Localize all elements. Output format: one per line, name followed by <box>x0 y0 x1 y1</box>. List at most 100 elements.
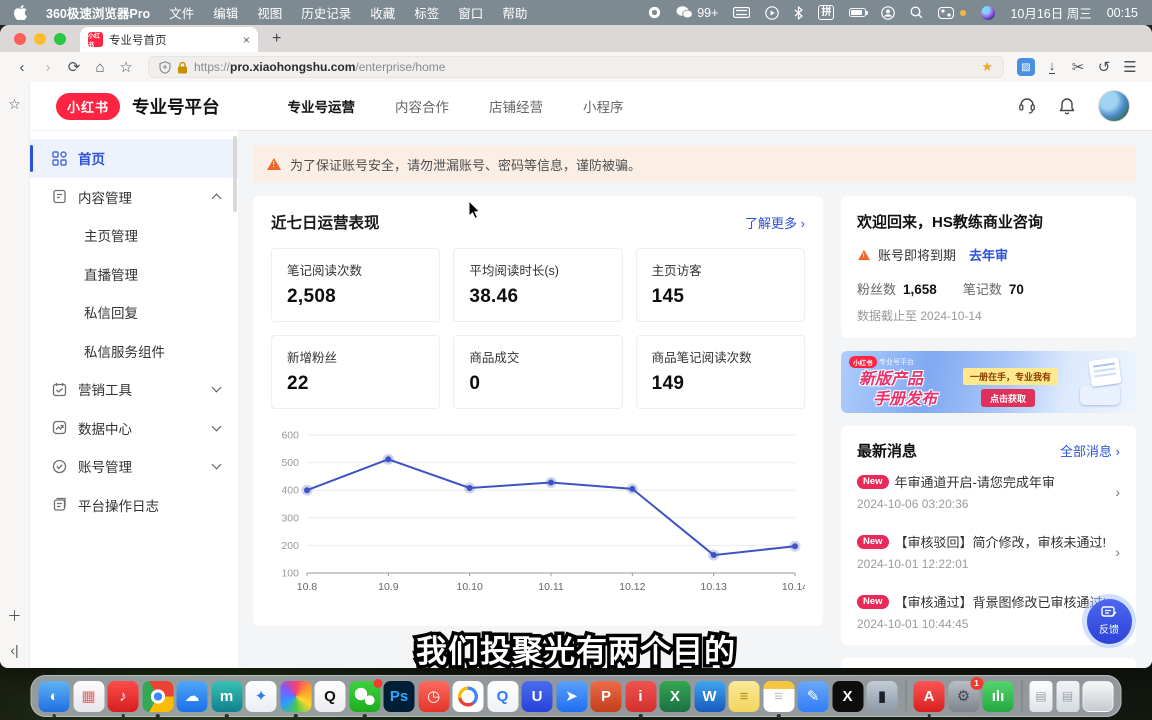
new-tab-button[interactable]: + <box>272 30 281 48</box>
dock-icon-u-app[interactable]: U <box>522 681 553 712</box>
play-status-icon[interactable] <box>765 6 779 20</box>
dock-icon-chat-app[interactable]: Q <box>487 681 518 712</box>
stat-avg-read-time[interactable]: 平均阅读时长(s)38.46 <box>453 248 622 322</box>
sidebar-item-dm-service-component[interactable]: 私信服务组件 <box>30 332 238 371</box>
minimize-window-button[interactable] <box>34 33 46 45</box>
menu-view[interactable]: 视图 <box>257 3 282 22</box>
renew-link[interactable]: 去年审 <box>969 245 1008 264</box>
input-method-icon[interactable]: 拼 <box>818 5 834 20</box>
promo-banner[interactable]: 小红书 专业号平台 新版产品 手册发布 一册在手，专业我有 点击获取 <box>841 351 1136 413</box>
dock-icon-powerpoint[interactable]: P <box>591 681 622 712</box>
menu-bookmarks[interactable]: 收藏 <box>370 3 395 22</box>
dock-icon-maxthon[interactable]: m <box>211 681 242 712</box>
menu-file[interactable]: 文件 <box>169 3 194 22</box>
screen-record-icon[interactable] <box>648 6 661 19</box>
dock-icon-qq[interactable]: Q <box>315 681 346 712</box>
close-window-button[interactable] <box>14 33 26 45</box>
screenshot-scissors-icon[interactable]: ✂ <box>1066 55 1090 79</box>
notification-bell-icon[interactable] <box>1058 97 1076 115</box>
message-item[interactable]: New【审核驳回】简介修改，审核未通过!2024-10-01 12:22:01 … <box>857 521 1120 581</box>
banner-cta-button[interactable]: 点击获取 <box>981 389 1035 407</box>
stat-note-reads[interactable]: 笔记阅读次数2,508 <box>271 248 440 322</box>
dock-icon-wechat[interactable] <box>349 681 380 712</box>
dock-icon-excel[interactable]: X <box>660 681 691 712</box>
dock-icon-chrome[interactable] <box>142 681 173 712</box>
back-button[interactable]: ‹ <box>10 55 34 79</box>
dock-icon-clock-app[interactable]: ◷ <box>418 681 449 712</box>
dock-icon-person-app[interactable]: i <box>625 681 656 712</box>
dock-icon-stickies[interactable]: ≡ <box>729 681 760 712</box>
user-avatar[interactable] <box>1098 90 1130 122</box>
undo-icon[interactable]: ↺ <box>1092 55 1116 79</box>
customer-service-icon[interactable] <box>1018 97 1036 115</box>
stat-new-followers[interactable]: 新增粉丝22 <box>271 335 440 409</box>
dock-icon-netease-music[interactable]: ♪ <box>108 681 139 712</box>
add-panel-button[interactable]: ＋ <box>8 606 22 626</box>
reload-button[interactable]: ⟳ <box>62 55 86 79</box>
browser-menu-icon[interactable]: ☰ <box>1118 55 1142 79</box>
dock-icon-stocks-app[interactable]: ılı <box>983 681 1014 712</box>
apple-logo-icon[interactable] <box>14 5 27 20</box>
sidebar-item-platform-log[interactable]: 平台操作日志 <box>30 486 238 525</box>
dock-icon-browser-360[interactable] <box>280 681 311 712</box>
dock-icon-photoshop[interactable]: Ps <box>384 681 415 712</box>
stat-product-note-reads[interactable]: 商品笔记阅读次数149 <box>636 335 805 409</box>
nav-account-operation[interactable]: 专业号运营 <box>288 96 356 116</box>
dock-icon-capcut[interactable]: X <box>832 681 863 712</box>
menu-date[interactable]: 10月16日 周三 <box>1010 3 1091 22</box>
dock-icon-safari[interactable]: ✦ <box>246 681 277 712</box>
control-center-icon[interactable] <box>938 7 954 19</box>
nav-content-cooperation[interactable]: 内容合作 <box>395 96 449 116</box>
menu-tabs[interactable]: 标签 <box>414 3 439 22</box>
all-messages-link[interactable]: 全部消息 › <box>1060 441 1120 460</box>
dock-icon-pencil-app[interactable]: ✎ <box>798 681 829 712</box>
dock-icon-notes[interactable]: ≡ <box>763 681 794 712</box>
favorites-star-icon[interactable]: ☆ <box>8 96 21 113</box>
dock-icon-minimized-window-2[interactable]: ▤ <box>1056 681 1079 712</box>
sidebar-item-marketing-tools[interactable]: 营销工具 <box>30 370 238 409</box>
maximize-window-button[interactable] <box>54 33 66 45</box>
spotlight-search-icon[interactable] <box>910 6 923 19</box>
message-item[interactable]: New年审通道开启-请您完成年审2024-10-06 03:20:36 › <box>857 461 1120 521</box>
sidebar-item-data-center[interactable]: 数据中心 <box>30 409 238 448</box>
dock-icon-quark-browser[interactable]: ☁ <box>177 681 208 712</box>
dock-icon-minimized-window-1[interactable]: ▤ <box>1030 681 1053 712</box>
home-button[interactable]: ⌂ <box>88 55 112 79</box>
dock-icon-rings-app[interactable] <box>453 681 484 712</box>
stat-product-deals[interactable]: 商品成交0 <box>453 335 622 409</box>
bluetooth-icon[interactable] <box>794 6 803 20</box>
sidebar-item-content-management[interactable]: 内容管理 <box>30 178 238 217</box>
sidebar-item-homepage-management[interactable]: 主页管理 <box>30 216 238 255</box>
user-status-icon[interactable] <box>881 6 895 20</box>
menu-history[interactable]: 历史记录 <box>301 3 351 22</box>
learn-more-link[interactable]: 了解更多 › <box>745 213 805 232</box>
wechat-status-icon[interactable]: 99+ <box>676 6 718 20</box>
address-bar[interactable]: https://pro.xiaohongshu.com/enterprise/h… <box>148 56 1004 78</box>
sidebar-item-account-management[interactable]: 账号管理 <box>30 447 238 486</box>
menu-time[interactable]: 00:15 <box>1107 6 1138 20</box>
sidebar-scrollbar[interactable] <box>233 136 237 212</box>
nav-mini-program[interactable]: 小程序 <box>583 96 624 116</box>
extension-icon[interactable]: ▨ <box>1014 55 1038 79</box>
line-chart[interactable]: 10020030040050060010.810.910.1010.1110.1… <box>271 425 805 597</box>
menu-help[interactable]: 帮助 <box>502 3 527 22</box>
sidebar-item-live-management[interactable]: 直播管理 <box>30 255 238 294</box>
keyboard-icon[interactable] <box>733 7 750 18</box>
browser-tab[interactable]: 小红书 专业号首页 × <box>80 27 258 52</box>
dock-icon-system-settings[interactable]: ⚙1 <box>948 681 979 712</box>
stat-homepage-visitors[interactable]: 主页访客145 <box>636 248 805 322</box>
dock-icon-word[interactable]: W <box>694 681 725 712</box>
dock-icon-wing-app[interactable]: ➤ <box>556 681 587 712</box>
bookmark-star-button[interactable]: ☆ <box>114 55 138 79</box>
menu-window[interactable]: 窗口 <box>458 3 483 22</box>
sidebar-item-dm-reply[interactable]: 私信回复 <box>30 293 238 332</box>
menu-edit[interactable]: 编辑 <box>213 3 238 22</box>
menu-app-name[interactable]: 360极速浏览器Pro <box>46 3 150 22</box>
dock-icon-trash[interactable] <box>1083 681 1114 712</box>
siri-icon[interactable] <box>981 6 995 20</box>
favorited-star-icon[interactable]: ★ <box>981 59 993 75</box>
dock-icon-finder[interactable]: ◐ <box>39 681 70 712</box>
shield-icon[interactable] <box>159 61 171 74</box>
dock-icon-launchpad[interactable]: ▦ <box>73 681 104 712</box>
dock-icon-iphone-mirroring[interactable]: ▮ <box>867 681 898 712</box>
